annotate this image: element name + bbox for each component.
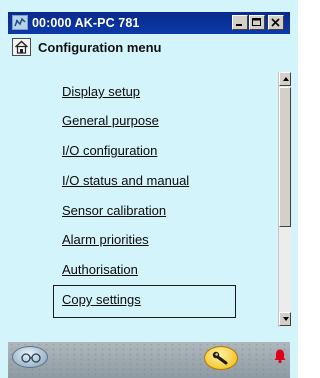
minimize-button[interactable] (232, 15, 248, 30)
app-icon (12, 15, 28, 30)
menu-item-copy-settings[interactable]: Copy settings (62, 292, 141, 307)
tools-button[interactable] (204, 346, 238, 370)
menu-item-io-configuration[interactable]: I/O configuration (62, 143, 157, 158)
maximize-icon (252, 18, 261, 26)
maximize-button[interactable] (249, 15, 265, 30)
minimize-icon (236, 24, 242, 26)
close-icon (271, 18, 280, 27)
vertical-scrollbar[interactable] (278, 72, 291, 327)
scroll-thumb[interactable] (279, 87, 291, 227)
close-button[interactable] (268, 15, 284, 30)
glasses-icon (21, 353, 41, 363)
wrench-icon (212, 351, 228, 365)
page-title: Configuration menu (38, 40, 162, 55)
app-window: 00:000 AK-PC 781 Configuration menu Disp… (0, 0, 298, 378)
view-button[interactable] (12, 346, 48, 368)
scroll-up-button[interactable] (279, 72, 291, 86)
status-bar (8, 342, 290, 378)
home-icon[interactable] (12, 38, 31, 56)
menu-item-authorisation[interactable]: Authorisation (62, 262, 138, 277)
menu-item-general-purpose[interactable]: General purpose (62, 113, 159, 128)
menu-item-sensor-calibration[interactable]: Sensor calibration (62, 203, 166, 218)
status-bar-texture (8, 342, 290, 378)
window-title: 00:000 AK-PC 781 (32, 16, 140, 30)
arrow-down-icon (283, 317, 289, 321)
title-bar[interactable]: 00:000 AK-PC 781 (8, 12, 290, 34)
bell-icon[interactable] (272, 348, 288, 364)
menu-item-display-setup[interactable]: Display setup (62, 84, 140, 99)
menu-item-io-status-and-manual[interactable]: I/O status and manual (62, 173, 189, 188)
arrow-up-icon (283, 77, 289, 81)
scroll-down-button[interactable] (279, 312, 291, 326)
menu-item-alarm-priorities[interactable]: Alarm priorities (62, 232, 149, 247)
menu-header: Configuration menu (8, 35, 290, 61)
